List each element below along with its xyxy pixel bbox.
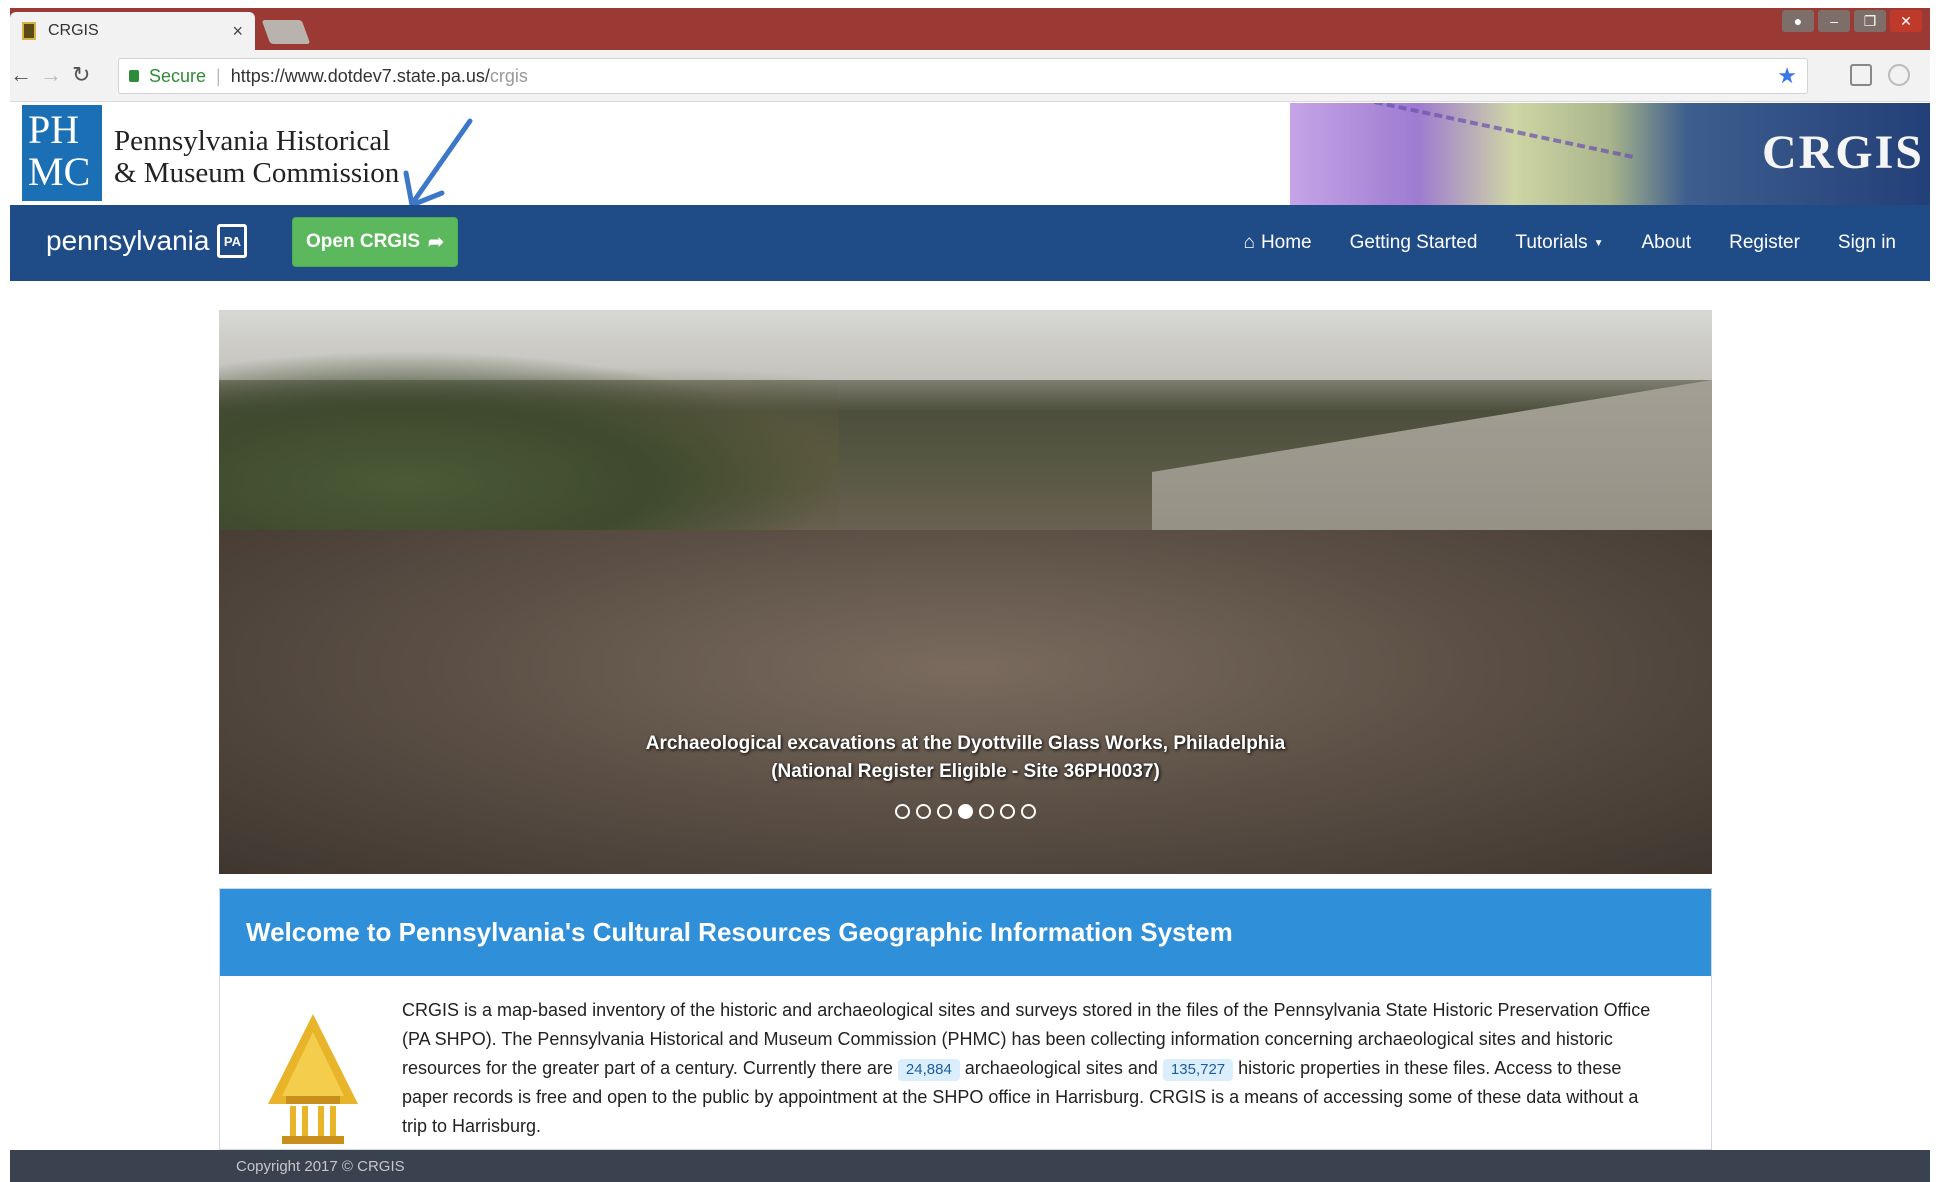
archaeological-count-badge: 24,884 [897, 1059, 960, 1081]
carousel-dot-6[interactable] [1000, 804, 1015, 819]
star-icon[interactable]: ★ [1777, 63, 1797, 89]
carousel-dot-1[interactable] [895, 804, 910, 819]
address-bar[interactable]: Secure | https://www.dotdev7.state.pa.us… [118, 58, 1808, 94]
pa-badge-icon: PA [217, 224, 248, 258]
banner-map-detail [1327, 103, 1633, 205]
lock-icon [129, 70, 139, 82]
forward-icon[interactable]: → [40, 62, 62, 88]
pa-brand-text: pennsylvania [46, 225, 210, 256]
nav-getting-started[interactable]: Getting Started [1350, 232, 1478, 254]
extension-icon-2[interactable] [1888, 64, 1910, 86]
carousel-caption: Archaeological excavations at the Dyottv… [219, 730, 1712, 786]
annotation-arrow-icon [403, 118, 473, 208]
crgis-banner: CRGIS [1290, 103, 1930, 205]
secure-label: Secure [149, 65, 207, 86]
reload-icon[interactable]: ↻ [72, 62, 90, 88]
nav-register[interactable]: Register [1729, 232, 1800, 254]
url-text: https://www.dotdev7.state.pa.us/ [230, 65, 490, 86]
hero-carousel[interactable]: Archaeological excavations at the Dyottv… [219, 310, 1712, 874]
carousel-dot-4[interactable] [958, 804, 973, 819]
browser-tab[interactable]: CRGIS × [10, 12, 255, 50]
welcome-body: CRGIS is a map-based inventory of the hi… [220, 976, 1711, 1151]
carousel-dot-7[interactable] [1021, 804, 1036, 819]
nav-home-label: Home [1260, 232, 1312, 253]
close-window-icon[interactable]: ✕ [1890, 10, 1922, 32]
page-footer: Copyright 2017 © CRGIS [10, 1150, 1930, 1182]
browser-toolbar: ← → ↻ Secure | https://www.dotdev7.state… [10, 50, 1930, 102]
welcome-panel: Welcome to Pennsylvania's Cultural Resou… [219, 888, 1712, 1150]
maximize-icon[interactable]: ❐ [1854, 10, 1886, 32]
caret-down-icon: ▼ [1593, 237, 1604, 249]
nav-about[interactable]: About [1641, 232, 1691, 254]
crgis-emblem-icon [268, 1014, 358, 1144]
nav-sign-in[interactable]: Sign in [1838, 232, 1896, 254]
org-name-line2: & Museum Commission [114, 157, 400, 189]
banner-title: CRGIS [1761, 126, 1924, 179]
profile-icon[interactable]: ● [1782, 10, 1814, 32]
org-name: Pennsylvania Historical & Museum Commiss… [114, 125, 399, 189]
new-tab-button[interactable] [261, 20, 311, 44]
window-controls: ● – ❐ ✕ [1782, 10, 1922, 32]
home-icon: ⌂ [1243, 232, 1255, 253]
historic-count-badge: 135,727 [1162, 1059, 1234, 1081]
copyright-text: Copyright 2017 © CRGIS [236, 1157, 405, 1175]
open-crgis-button[interactable]: Open CRGIS ➦ [292, 217, 458, 267]
open-crgis-label: Open CRGIS [306, 231, 421, 252]
nav-links: ⌂ Home Getting Started Tutorials ▼ About… [1243, 205, 1896, 281]
tab-title: CRGIS [48, 22, 99, 39]
tab-close-icon[interactable]: × [232, 21, 243, 42]
intro-text: CRGIS is a map-based inventory of the hi… [402, 996, 1662, 1141]
phmc-logo[interactable]: PH MC [22, 105, 102, 201]
intro-part-2: archaeological sites and [959, 1058, 1163, 1078]
screen: CRGIS × ● – ❐ ✕ ← → ↻ Secure | https://w… [0, 0, 1939, 1182]
back-icon[interactable]: ← [10, 62, 32, 88]
address-separator: | [216, 65, 221, 86]
favicon-icon [22, 22, 36, 40]
org-name-line1: Pennsylvania Historical [114, 125, 391, 157]
nav-tutorials[interactable]: Tutorials ▼ [1515, 232, 1603, 254]
url-path: crgis [489, 65, 528, 86]
extension-icon[interactable] [1850, 64, 1872, 86]
main-navbar: pennsylvania PA Open CRGIS ➦ ⌂ Home Gett… [10, 205, 1930, 281]
nav-home[interactable]: ⌂ Home [1243, 232, 1311, 254]
share-arrow-icon: ➦ [428, 231, 444, 253]
browser-tabstrip: CRGIS × ● – ❐ ✕ [10, 8, 1930, 50]
pa-brand[interactable]: pennsylvania PA [46, 224, 248, 258]
caption-line2: (National Register Eligible - Site 36PH0… [771, 761, 1160, 782]
carousel-dot-3[interactable] [937, 804, 952, 819]
nav-tutorials-label: Tutorials [1515, 232, 1588, 253]
carousel-dot-5[interactable] [979, 804, 994, 819]
carousel-dot-2[interactable] [916, 804, 931, 819]
excavation-photo [219, 530, 1712, 874]
site-header: PH MC Pennsylvania Historical & Museum C… [10, 103, 1930, 208]
welcome-heading: Welcome to Pennsylvania's Cultural Resou… [220, 889, 1711, 976]
caption-line1: Archaeological excavations at the Dyottv… [645, 733, 1286, 754]
carousel-indicators [219, 804, 1712, 819]
minimize-icon[interactable]: – [1818, 10, 1850, 32]
